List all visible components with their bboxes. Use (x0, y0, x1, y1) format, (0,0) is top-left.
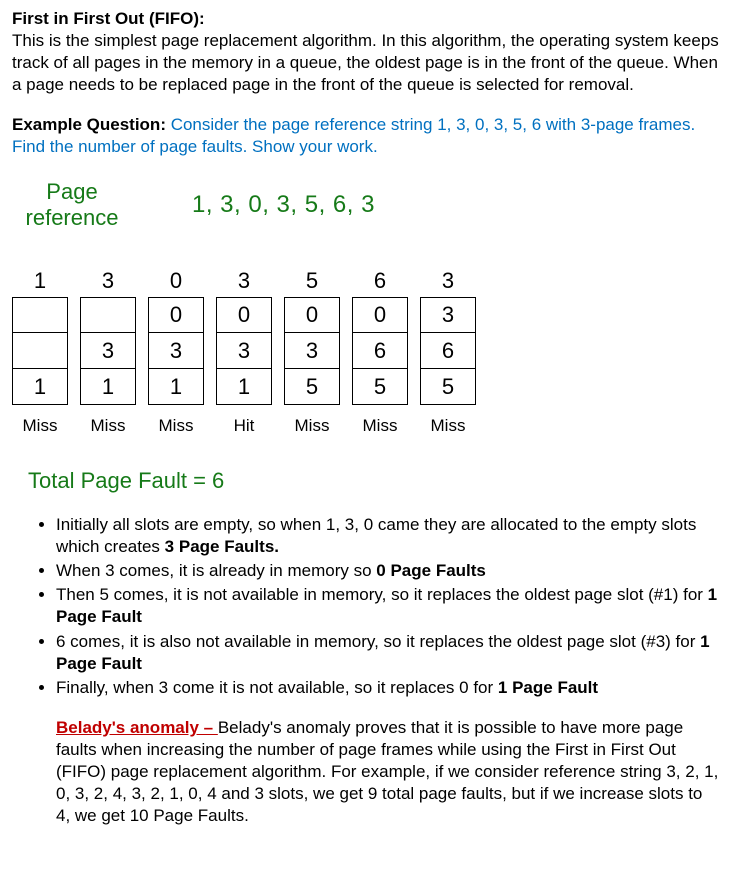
frame-slot: 3 (216, 333, 272, 369)
page-reference-label: Page reference (12, 179, 132, 232)
explanation-item: 6 comes, it is also not available in mem… (56, 631, 719, 675)
frame-slot: 0 (352, 297, 408, 333)
frame-slot: 1 (216, 369, 272, 405)
reference-value: 3 (420, 267, 476, 291)
frame-slot: 1 (80, 369, 136, 405)
frame-slot: 6 (352, 333, 408, 369)
reference-sequence: 1, 3, 0, 3, 5, 6, 3 (192, 189, 375, 220)
frame-column: 5035Miss (284, 267, 340, 437)
frame-column: 0031Miss (148, 267, 204, 437)
frame-slot: 6 (420, 333, 476, 369)
status-label: Hit (216, 415, 272, 437)
explanation-list: Initially all slots are empty, so when 1… (56, 514, 719, 699)
frame-slots: 065 (352, 297, 408, 405)
frame-slot: 3 (420, 297, 476, 333)
explanation-item: Initially all slots are empty, so when 1… (56, 514, 719, 558)
status-label: Miss (284, 415, 340, 437)
explanation-item: Finally, when 3 come it is not available… (56, 677, 719, 699)
explanation-bold: 0 Page Faults (376, 561, 486, 580)
frame-column: 3031Hit (216, 267, 272, 437)
frame-slot: 5 (352, 369, 408, 405)
frame-slot: 0 (284, 297, 340, 333)
explanation-item: When 3 comes, it is already in memory so… (56, 560, 719, 582)
example-label: Example Question: (12, 115, 171, 134)
frame-column: 1 1 Miss (12, 267, 68, 437)
frame-slot: 0 (216, 297, 272, 333)
fifo-diagram: Page reference 1, 3, 0, 3, 5, 6, 3 11Mis… (12, 179, 729, 438)
frame-slot (12, 297, 68, 333)
explanation-text: Finally, when 3 come it is not available… (56, 678, 498, 697)
example-question: Example Question: Consider the page refe… (12, 114, 729, 158)
reference-value: 1 (12, 267, 68, 291)
frame-slot: 1 (148, 369, 204, 405)
status-label: Miss (148, 415, 204, 437)
frame-slots: 031 (148, 297, 204, 405)
frame-slots: 035 (284, 297, 340, 405)
reference-value: 3 (216, 267, 272, 291)
explanation-text: 6 comes, it is also not available in mem… (56, 632, 700, 651)
reference-value: 6 (352, 267, 408, 291)
frame-slots: 1 (12, 297, 68, 405)
label-line2: reference (26, 205, 119, 230)
explanation-bold: 1 Page Fault (498, 678, 598, 697)
frame-slot: 5 (284, 369, 340, 405)
frame-slot (80, 297, 136, 333)
frame-slot: 3 (80, 333, 136, 369)
section-description: This is the simplest page replacement al… (12, 30, 729, 96)
frame-slot: 3 (148, 333, 204, 369)
diagram-header: Page reference 1, 3, 0, 3, 5, 6, 3 (12, 179, 729, 232)
explanation-text: Initially all slots are empty, so when 1… (56, 515, 696, 556)
frame-column: 331Miss (80, 267, 136, 437)
frame-slots: 31 (80, 297, 136, 405)
explanation-item: Then 5 comes, it is not available in mem… (56, 584, 719, 628)
frame-columns: 11Miss331Miss0031Miss3031Hit5035Miss6065… (12, 267, 729, 437)
frame-slot (12, 333, 68, 369)
label-line1: Page (46, 179, 97, 204)
frame-slot: 5 (420, 369, 476, 405)
explanation-bold: 3 Page Faults. (165, 537, 279, 556)
frame-slots: 031 (216, 297, 272, 405)
anomaly-title: Belady's anomaly – (56, 718, 218, 737)
frame-column: 6065Miss (352, 267, 408, 437)
status-label: Miss (12, 415, 68, 437)
status-label: Miss (352, 415, 408, 437)
status-label: Miss (80, 415, 136, 437)
frame-column: 3365Miss (420, 267, 476, 437)
frame-slot: 1 (12, 369, 68, 405)
belady-anomaly: Belady's anomaly – Belady's anomaly prov… (56, 717, 719, 827)
explanation-text: Then 5 comes, it is not available in mem… (56, 585, 708, 604)
reference-value: 3 (80, 267, 136, 291)
frame-slot: 0 (148, 297, 204, 333)
reference-value: 5 (284, 267, 340, 291)
frame-slot: 3 (284, 333, 340, 369)
explanation-text: When 3 comes, it is already in memory so (56, 561, 376, 580)
section-heading: First in First Out (FIFO): (12, 8, 729, 30)
status-label: Miss (420, 415, 476, 437)
total-page-faults: Total Page Fault = 6 (28, 467, 729, 496)
reference-value: 0 (148, 267, 204, 291)
frame-slots: 365 (420, 297, 476, 405)
